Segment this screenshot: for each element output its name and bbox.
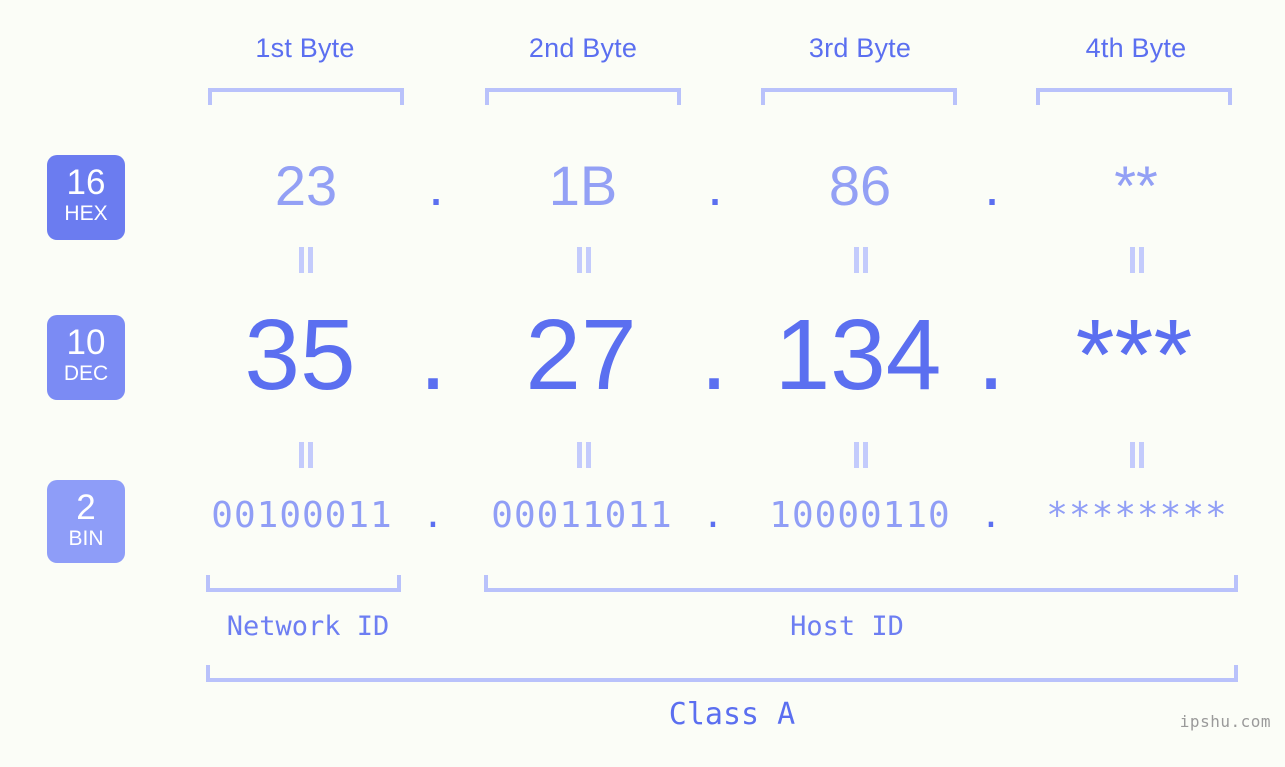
radix-badge-hex-number: 16	[66, 163, 106, 202]
network-id-bracket	[206, 575, 401, 592]
hex-octet-3: 86	[828, 154, 892, 217]
class-bracket	[206, 665, 1238, 682]
dec-octet-2: 27	[525, 299, 637, 411]
bin-separator-2: .	[702, 495, 724, 536]
byte-bracket-1	[208, 88, 404, 105]
equals-icon	[850, 247, 872, 273]
bin-octet-4: ********	[1046, 495, 1228, 536]
site-watermark: ipshu.com	[1179, 712, 1271, 731]
dec-separator-1: .	[419, 299, 447, 411]
bin-octet-2: 00011011	[491, 495, 673, 536]
byte-header-label-4: 4th Byte	[1085, 33, 1187, 63]
equals-icon	[1126, 442, 1148, 468]
radix-badge-dec: 10 DEC	[47, 315, 125, 400]
dec-octet-1: 35	[244, 299, 356, 411]
bin-octet-3: 10000110	[769, 495, 951, 536]
hex-octet-4: **	[1114, 154, 1158, 217]
hex-octet-1: 23	[274, 154, 338, 217]
equals-icon	[573, 247, 595, 273]
dec-separator-3: .	[977, 299, 1005, 411]
bin-separator-1: .	[422, 495, 444, 536]
equals-icon	[573, 442, 595, 468]
radix-badge-hex-system: HEX	[64, 202, 108, 225]
bin-octet-1: 00100011	[211, 495, 393, 536]
byte-bracket-4	[1036, 88, 1232, 105]
byte-bracket-2	[485, 88, 681, 105]
ip-address-breakdown-diagram: 1st Byte 2nd Byte 3rd Byte 4th Byte 16 H…	[0, 0, 1285, 767]
radix-badge-hex: 16 HEX	[47, 155, 125, 240]
equals-icon	[295, 247, 317, 273]
byte-header-label-1: 1st Byte	[255, 33, 355, 63]
equals-icon	[295, 442, 317, 468]
bin-separator-3: .	[980, 495, 1002, 536]
byte-header-label-3: 3rd Byte	[808, 33, 912, 63]
dec-octet-3: 134	[774, 299, 942, 411]
equals-icon	[850, 442, 872, 468]
network-id-label: Network ID	[226, 611, 390, 642]
radix-badge-dec-system: DEC	[63, 362, 109, 385]
byte-header-label-2: 2nd Byte	[528, 33, 638, 63]
host-id-bracket	[484, 575, 1238, 592]
byte-bracket-3	[761, 88, 957, 105]
host-id-label: Host ID	[790, 611, 904, 642]
radix-badge-bin-number: 2	[76, 488, 96, 527]
dec-octet-4: ***	[1075, 299, 1193, 411]
equals-icon	[1126, 247, 1148, 273]
hex-separator-2: .	[707, 154, 723, 217]
dec-separator-2: .	[700, 299, 728, 411]
radix-badge-bin: 2 BIN	[47, 480, 125, 563]
radix-badge-dec-number: 10	[66, 323, 106, 362]
class-label: Class A	[668, 697, 796, 732]
radix-badge-bin-system: BIN	[68, 527, 104, 550]
hex-octet-2: 1B	[548, 154, 618, 217]
hex-separator-3: .	[984, 154, 1000, 217]
hex-separator-1: .	[428, 154, 444, 217]
